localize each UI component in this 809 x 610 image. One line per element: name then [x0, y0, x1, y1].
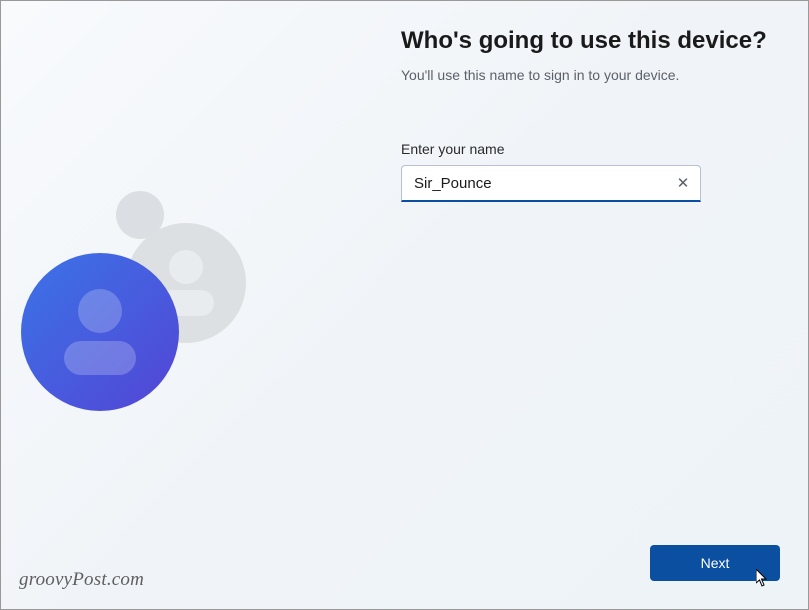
next-button[interactable]: Next	[650, 545, 780, 581]
page-title: Who's going to use this device?	[401, 27, 778, 55]
name-input-wrapper[interactable]: ✕	[401, 165, 701, 202]
watermark-text: groovyPost.com	[19, 569, 144, 591]
name-field-label: Enter your name	[401, 141, 778, 157]
user-illustration	[21, 191, 271, 471]
page-subtitle: You'll use this name to sign in to your …	[401, 67, 778, 83]
oobe-setup-window: Who's going to use this device? You'll u…	[1, 1, 808, 609]
setup-content: Who's going to use this device? You'll u…	[401, 27, 778, 202]
clear-input-icon[interactable]: ✕	[666, 166, 700, 200]
name-input[interactable]	[402, 167, 666, 200]
person-blue-icon	[21, 253, 179, 411]
person-head	[78, 289, 122, 333]
person-body	[64, 341, 136, 375]
person-head	[169, 250, 203, 284]
